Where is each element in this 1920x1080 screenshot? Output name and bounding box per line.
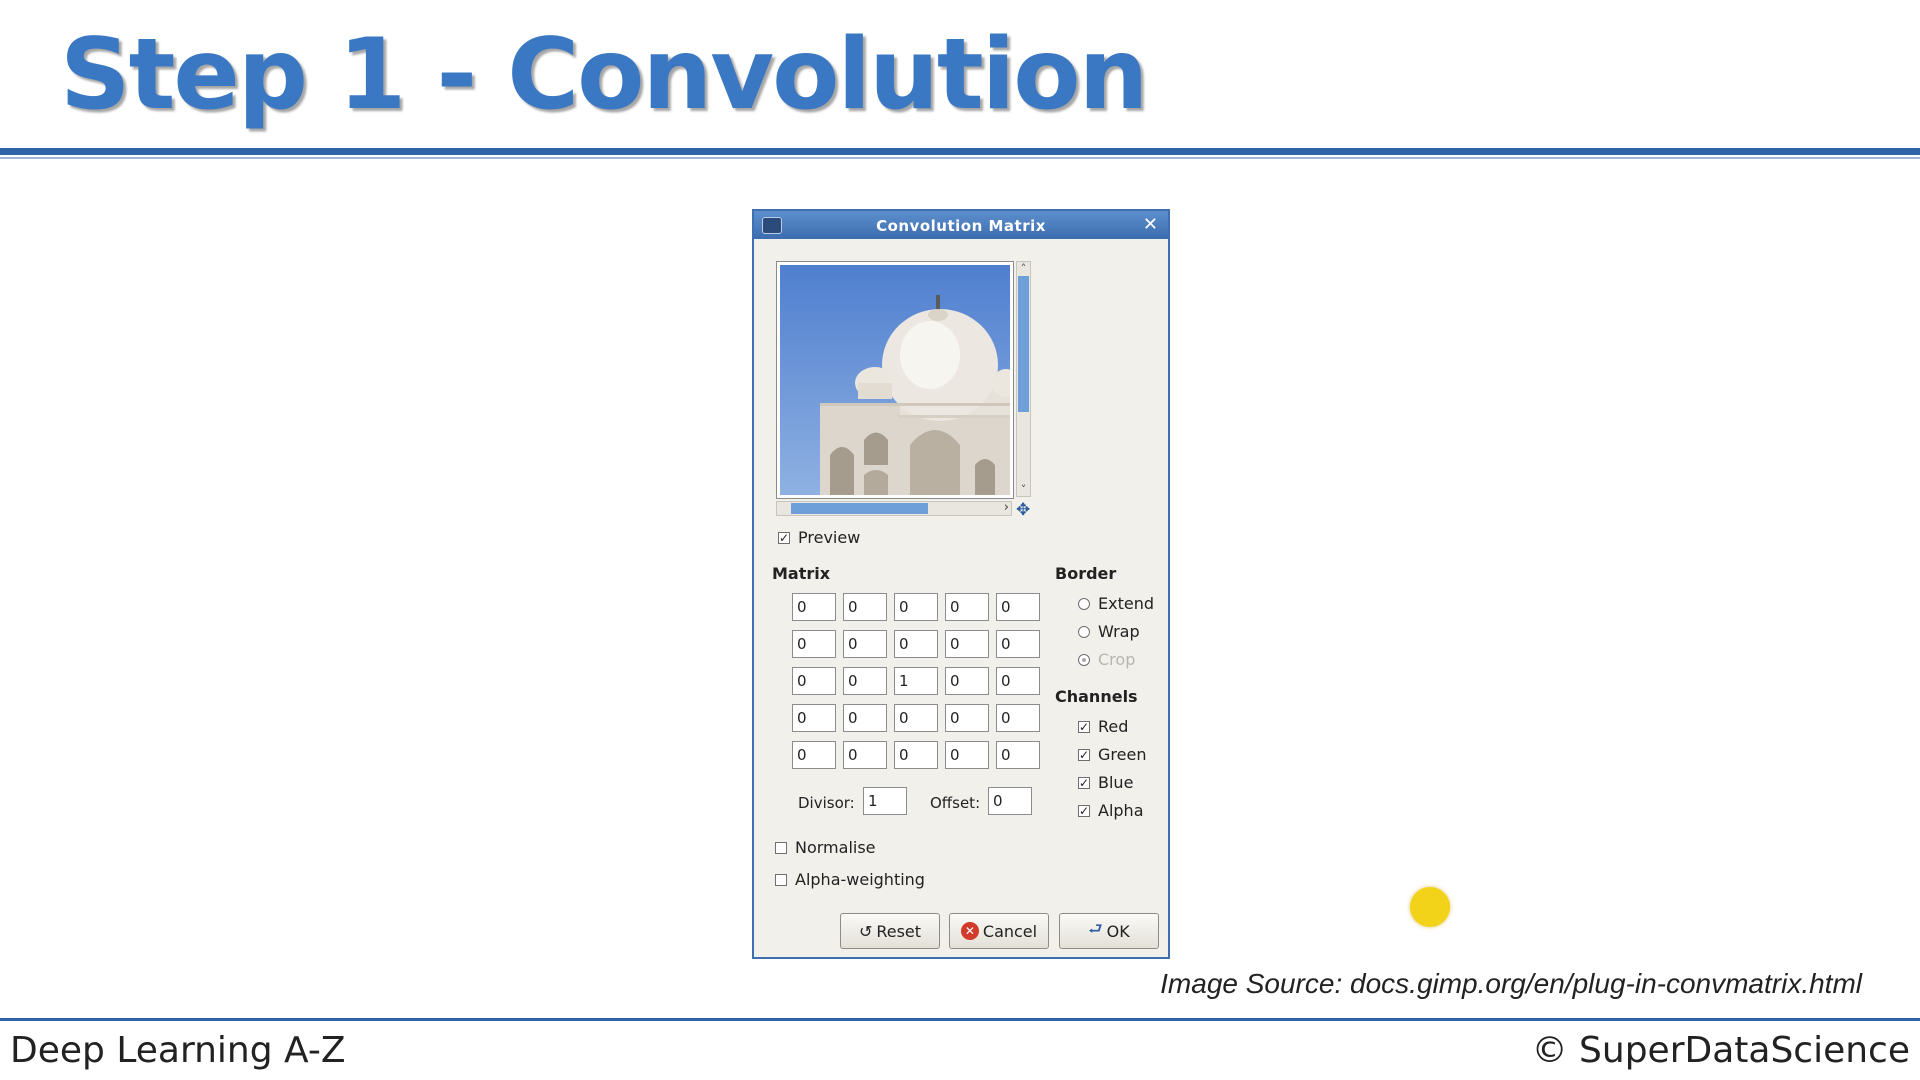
matrix-cell[interactable]: 0 <box>792 704 836 732</box>
crop-radio <box>1078 653 1090 666</box>
matrix-cell[interactable]: 0 <box>945 667 989 695</box>
extend-radio[interactable] <box>1078 597 1090 610</box>
preview-horizontal-scrollbar[interactable]: › <box>776 500 1012 516</box>
ok-label: OK <box>1106 921 1130 941</box>
cancel-button[interactable]: ✕ Cancel <box>949 913 1049 949</box>
blue-checkbox[interactable]: ✓ <box>1078 776 1090 789</box>
wrap-label: Wrap <box>1098 622 1140 641</box>
matrix-cell[interactable]: 1 <box>894 667 938 695</box>
horizontal-scroll-thumb[interactable] <box>791 503 928 514</box>
ok-button[interactable]: ⮐ OK <box>1059 913 1159 949</box>
alpha-weighting-label: Alpha-weighting <box>795 870 925 889</box>
green-label: Green <box>1098 745 1147 764</box>
dialog-titlebar[interactable]: Convolution Matrix ✕ <box>754 211 1168 239</box>
matrix-cell[interactable]: 0 <box>843 593 887 621</box>
cursor-highlight <box>1410 887 1450 927</box>
scroll-right-icon[interactable]: › <box>1004 500 1009 515</box>
matrix-heading: Matrix <box>772 564 831 583</box>
red-label: Red <box>1098 717 1129 736</box>
preview-checkbox[interactable]: ✓ <box>778 531 790 544</box>
offset-input[interactable]: 0 <box>988 787 1032 815</box>
matrix-cell[interactable]: 0 <box>894 704 938 732</box>
green-checkbox[interactable]: ✓ <box>1078 748 1090 761</box>
reset-label: Reset <box>876 921 922 941</box>
channel-alpha-row[interactable]: ✓ Alpha <box>1078 801 1144 820</box>
matrix-cell[interactable]: 0 <box>996 593 1040 621</box>
matrix-cell[interactable]: 0 <box>996 667 1040 695</box>
alpha-weighting-checkbox[interactable] <box>775 873 787 886</box>
matrix-cell[interactable]: 0 <box>792 593 836 621</box>
reset-button[interactable]: ↺ Reset <box>840 913 940 949</box>
dialog-title: Convolution Matrix <box>876 217 1046 235</box>
navigate-icon[interactable]: ✥ <box>1016 500 1030 520</box>
preview-image[interactable] <box>776 261 1014 499</box>
border-heading: Border <box>1055 564 1117 583</box>
preview-vertical-scrollbar[interactable]: ˄ ˅ <box>1016 261 1031 497</box>
convolution-matrix-dialog: Convolution Matrix ✕ ˄ ˅ › ✥ ✓ Preview M… <box>752 209 1170 959</box>
scroll-down-icon[interactable]: ˅ <box>1017 483 1030 496</box>
matrix-cell[interactable]: 0 <box>894 630 938 658</box>
alpha-weighting-row[interactable]: Alpha-weighting <box>775 870 925 889</box>
border-option-wrap[interactable]: Wrap <box>1078 622 1140 641</box>
normalise-label: Normalise <box>795 838 876 857</box>
channel-green-row[interactable]: ✓ Green <box>1078 745 1146 764</box>
normalise-row[interactable]: Normalise <box>775 838 876 857</box>
red-checkbox[interactable]: ✓ <box>1078 720 1090 733</box>
cancel-label: Cancel <box>982 921 1038 941</box>
crop-label: Crop <box>1098 650 1136 669</box>
border-option-crop: Crop <box>1078 650 1135 669</box>
matrix-cell[interactable]: 0 <box>894 593 938 621</box>
matrix-cell[interactable]: 0 <box>843 704 887 732</box>
close-icon[interactable]: ✕ <box>1143 214 1158 235</box>
matrix-cell[interactable]: 0 <box>945 630 989 658</box>
offset-label: Offset: <box>930 794 981 812</box>
channel-red-row[interactable]: ✓ Red <box>1078 717 1128 736</box>
header-divider <box>0 148 1920 155</box>
header-divider-thin <box>0 157 1920 159</box>
slide-title: Step 1 - Convolution <box>60 18 1148 132</box>
border-option-extend[interactable]: Extend <box>1078 594 1154 613</box>
matrix-grid: 0 0 0 0 0 0 0 0 0 0 0 0 1 0 0 0 0 0 0 0 … <box>792 593 1040 769</box>
matrix-cell[interactable]: 0 <box>843 741 887 769</box>
reset-icon: ↺ <box>858 921 873 941</box>
wrap-radio[interactable] <box>1078 625 1090 638</box>
vertical-scroll-thumb[interactable] <box>1018 276 1029 412</box>
matrix-cell[interactable]: 0 <box>996 630 1040 658</box>
matrix-cell[interactable]: 0 <box>792 630 836 658</box>
matrix-cell[interactable]: 0 <box>945 593 989 621</box>
alpha-label: Alpha <box>1098 801 1144 820</box>
scroll-up-icon[interactable]: ˄ <box>1017 262 1030 275</box>
channels-heading: Channels <box>1055 687 1138 706</box>
matrix-cell[interactable]: 0 <box>996 704 1040 732</box>
matrix-cell[interactable]: 0 <box>945 741 989 769</box>
matrix-cell[interactable]: 0 <box>996 741 1040 769</box>
image-source-caption: Image Source: docs.gimp.org/en/plug-in-c… <box>1160 968 1862 999</box>
matrix-cell[interactable]: 0 <box>843 667 887 695</box>
course-name: Deep Learning A-Z <box>10 1030 346 1071</box>
extend-label: Extend <box>1098 594 1154 613</box>
matrix-cell[interactable]: 0 <box>894 741 938 769</box>
preview-label: Preview <box>798 528 861 547</box>
alpha-checkbox[interactable]: ✓ <box>1078 804 1090 817</box>
channel-blue-row[interactable]: ✓ Blue <box>1078 773 1133 792</box>
normalise-checkbox[interactable] <box>775 841 787 854</box>
divisor-label: Divisor: <box>798 794 855 812</box>
matrix-cell[interactable]: 0 <box>945 704 989 732</box>
ok-icon: ⮐ <box>1088 918 1103 938</box>
preview-checkbox-row[interactable]: ✓ Preview <box>778 528 860 547</box>
copyright: © SuperDataScience <box>1531 1030 1910 1071</box>
matrix-cell[interactable]: 0 <box>843 630 887 658</box>
cancel-icon: ✕ <box>960 922 979 940</box>
divisor-input[interactable]: 1 <box>863 787 907 815</box>
footer-divider <box>0 1018 1920 1021</box>
blue-label: Blue <box>1098 773 1134 792</box>
matrix-cell[interactable]: 0 <box>792 741 836 769</box>
matrix-cell[interactable]: 0 <box>792 667 836 695</box>
